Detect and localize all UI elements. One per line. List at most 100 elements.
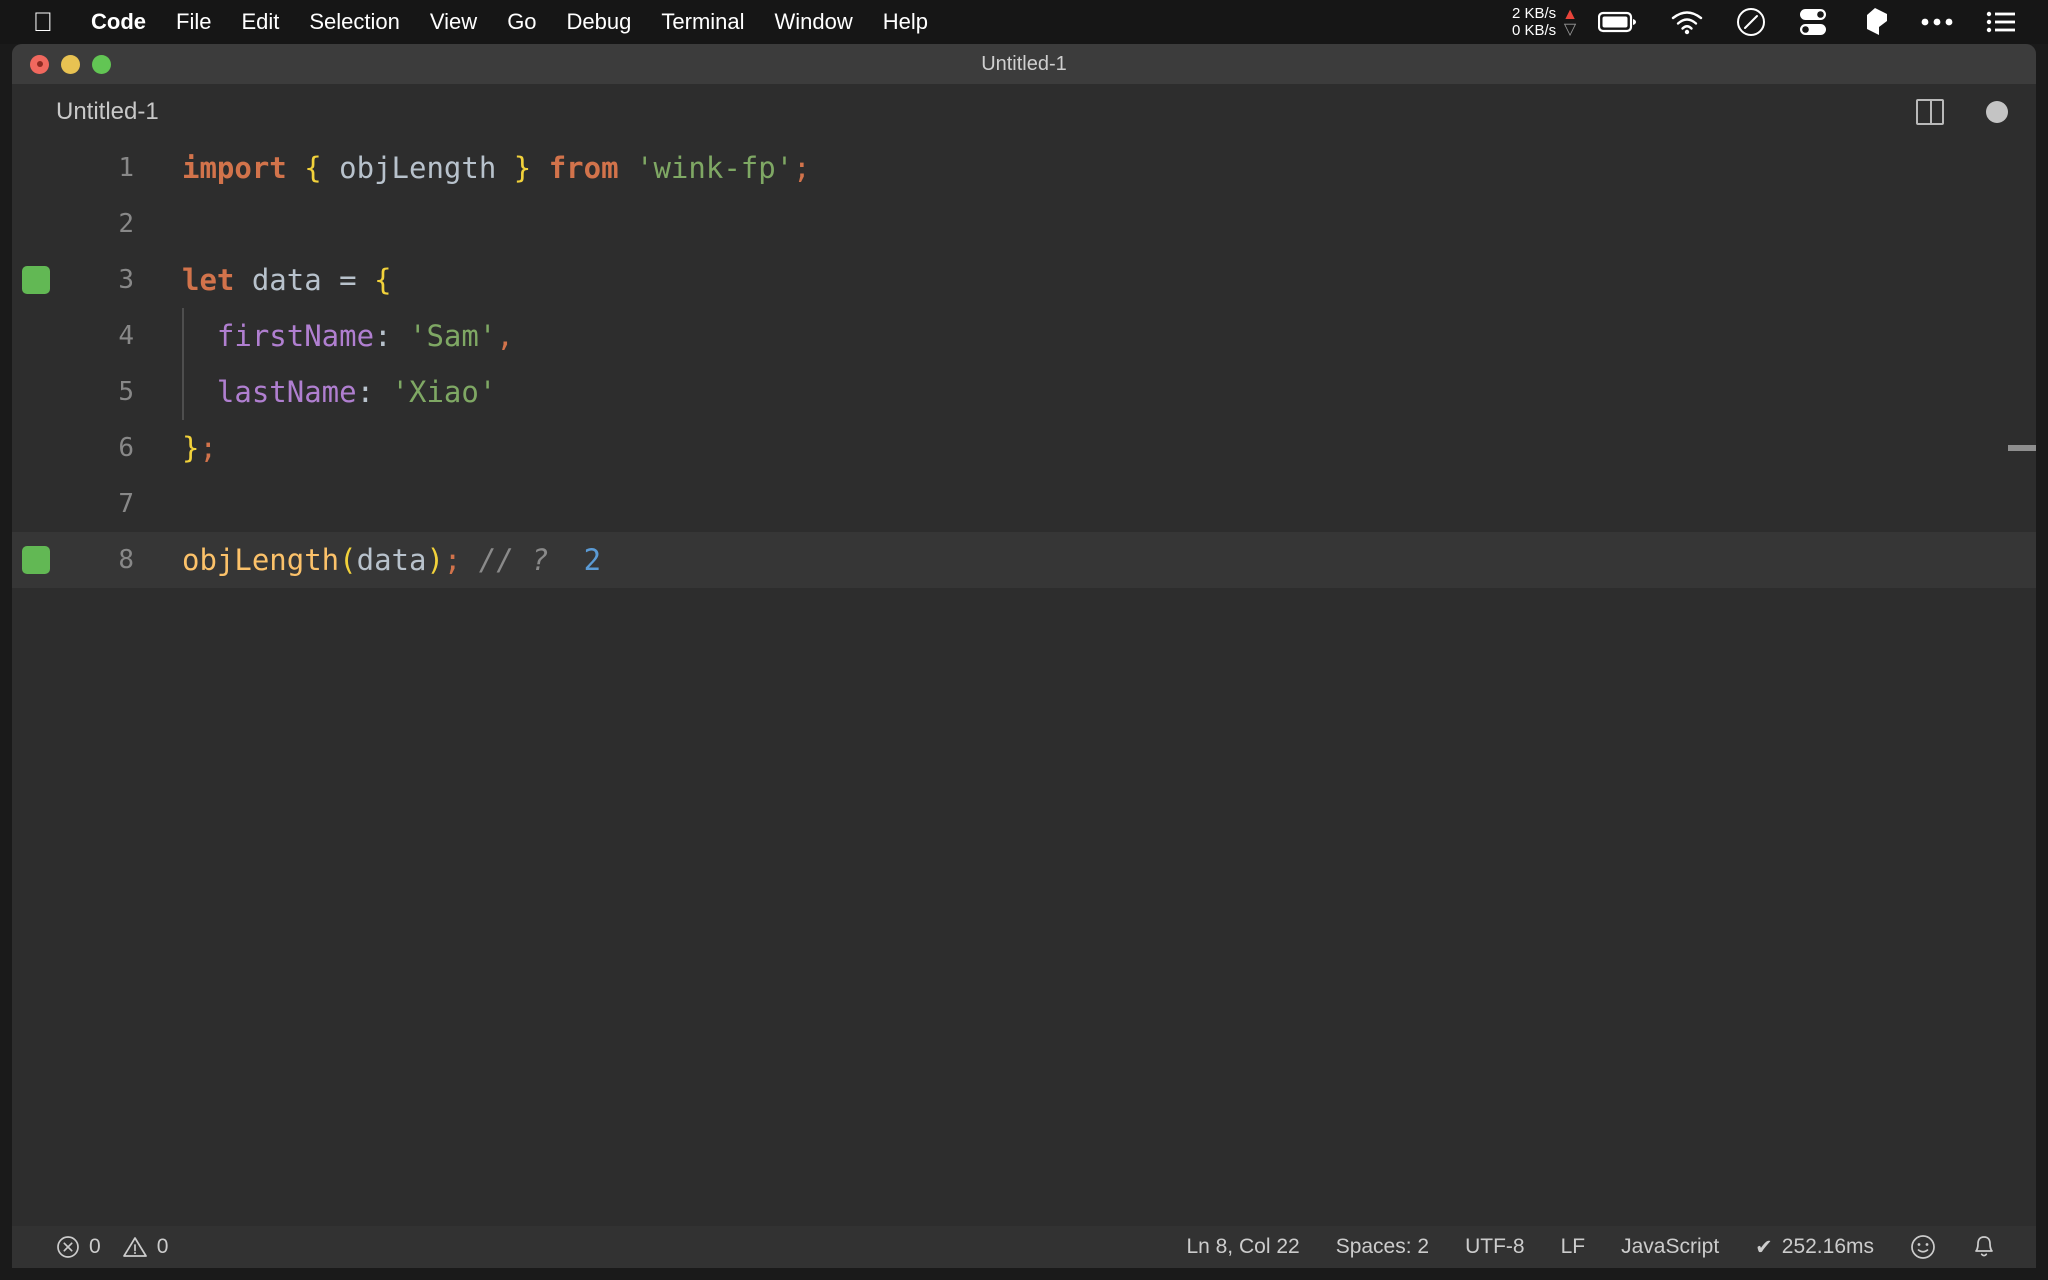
status-bar-right: Ln 8, Col 22 Spaces: 2 UTF-8 LF JavaScri…: [1168, 1234, 2014, 1260]
ellipsis-icon[interactable]: [1904, 0, 1970, 44]
token: :: [374, 319, 392, 353]
quokka-runtime[interactable]: ✔ 252.16ms: [1737, 1235, 1892, 1260]
menu-item-window[interactable]: Window: [760, 9, 868, 35]
menu-item-terminal[interactable]: Terminal: [646, 9, 759, 35]
token: firstName: [216, 319, 375, 353]
network-upload-speed: 2 KB/s: [1511, 5, 1557, 22]
speedometer-icon[interactable]: [1720, 0, 1782, 44]
battery-icon[interactable]: [1582, 0, 1654, 44]
menu-item-go[interactable]: Go: [492, 9, 551, 35]
encoding-setting[interactable]: UTF-8: [1447, 1235, 1543, 1259]
split-editor-icon[interactable]: [1916, 99, 1944, 125]
window-title-bar: Untitled-1: [12, 44, 2036, 84]
code-content[interactable]: objLength(data); // ? 2: [152, 532, 2036, 588]
token: 'Xiao': [391, 375, 497, 409]
menu-item-edit[interactable]: Edit: [226, 9, 294, 35]
code-content[interactable]: lastName: 'Xiao': [152, 364, 2036, 420]
warning-count: 0: [156, 1235, 169, 1258]
close-glyph: [36, 61, 43, 67]
menu-item-help[interactable]: Help: [868, 9, 943, 35]
wifi-icon[interactable]: [1654, 0, 1720, 44]
token: let: [182, 263, 235, 297]
editor-vertical-scrollbar[interactable]: [2008, 140, 2036, 1226]
token: (: [339, 543, 357, 577]
toggles-icon[interactable]: [1782, 0, 1846, 44]
menu-item-code[interactable]: Code: [76, 9, 161, 35]
code-line-8[interactable]: 8 objLength(data); // ? 2: [12, 532, 2036, 588]
token: // ?: [478, 543, 549, 577]
line-number: 8: [118, 545, 134, 575]
macos-menu-bar:  CodeFileEditSelectionViewGoDebugTermin…: [0, 0, 2048, 44]
code-line-4[interactable]: 4 firstName: 'Sam',: [12, 308, 2036, 364]
gutter-glyph-margin-8[interactable]: [12, 546, 60, 574]
menu-bar-status-icons: 2 KB/s 0 KB/s ▲ ▽: [1512, 0, 2032, 44]
cursor-position[interactable]: Ln 8, Col 22: [1168, 1235, 1317, 1259]
code-line-5[interactable]: 5 lastName: 'Xiao': [12, 364, 2036, 420]
code-content[interactable]: firstName: 'Sam',: [152, 308, 2036, 364]
status-bar: 0 0 Ln 8, Col 22 Spaces: 2 UTF-8 LF Java…: [12, 1226, 2036, 1268]
token: 'Sam': [409, 319, 497, 353]
menu-item-debug[interactable]: Debug: [552, 9, 647, 35]
list-icon[interactable]: [1970, 0, 2032, 44]
code-content[interactable]: import { objLength } from 'wink-fp';: [152, 140, 2036, 196]
problems-indicator[interactable]: 0 0: [38, 1235, 186, 1259]
tab-untitled-1[interactable]: Untitled-1: [12, 84, 187, 140]
code-line-3[interactable]: 3 let data = {: [12, 252, 2036, 308]
close-button[interactable]: [30, 54, 49, 74]
code-line-6[interactable]: 6};: [12, 420, 2036, 476]
tab-label: Untitled-1: [56, 98, 159, 125]
code-content[interactable]: let data = {: [152, 252, 2036, 308]
window-title: Untitled-1: [981, 52, 1067, 75]
code-line-7[interactable]: 7: [12, 476, 2036, 532]
token: :: [356, 375, 375, 409]
minimize-button[interactable]: [61, 54, 80, 74]
network-download-speed: 0 KB/s: [1511, 22, 1557, 39]
line-number: 5: [118, 377, 134, 407]
editor-actions: [1916, 84, 2008, 140]
token: =: [339, 263, 357, 297]
scrollbar-thumb[interactable]: [2008, 445, 2036, 451]
notifications-bell-icon[interactable]: [1954, 1234, 2014, 1260]
token: ;: [199, 431, 217, 465]
quokka-elapsed-time: 252.16ms: [1781, 1235, 1874, 1258]
feedback-smiley-icon[interactable]: [1892, 1234, 1954, 1260]
menu-item-file[interactable]: File: [161, 9, 226, 35]
menu-item-view[interactable]: View: [415, 9, 492, 35]
indentation-setting[interactable]: Spaces: 2: [1318, 1235, 1447, 1259]
status-bar-left: 0 0: [38, 1235, 186, 1259]
indent-guide: [182, 364, 184, 420]
code-line-1[interactable]: 1 import { objLength } from 'wink-fp';: [12, 140, 2036, 196]
token: }: [513, 151, 532, 185]
code-content[interactable]: };: [152, 420, 2036, 476]
line-number: 4: [118, 321, 134, 351]
maximize-button[interactable]: [92, 54, 111, 74]
line-number: 3: [118, 265, 134, 295]
download-arrow-icon: ▽: [1563, 21, 1577, 38]
upload-arrow-icon: ▲: [1562, 6, 1578, 23]
code-lines: 1 import { objLength } from 'wink-fp'; 2 3 l…: [12, 140, 2036, 588]
unsaved-changes-dot[interactable]: [1986, 101, 2008, 123]
code-editor[interactable]: 1 import { objLength } from 'wink-fp'; 2 3 l…: [12, 140, 2036, 1226]
token: data: [356, 543, 427, 577]
apple-icon[interactable]: : [30, 7, 56, 37]
token: 'wink-fp': [636, 151, 794, 185]
token: objLength: [321, 151, 514, 185]
gutter-glyph-margin-3[interactable]: [12, 266, 60, 294]
bartender-icon[interactable]: [1846, 0, 1904, 44]
editor-tab-bar: Untitled-1: [12, 84, 2036, 140]
traffic-lights: [30, 44, 111, 84]
token: objLength: [182, 543, 340, 577]
code-line-2[interactable]: 2: [12, 196, 2036, 252]
token: ;: [443, 543, 462, 577]
eol-setting[interactable]: LF: [1543, 1235, 1604, 1259]
language-mode[interactable]: JavaScript: [1603, 1235, 1737, 1259]
menu-item-selection[interactable]: Selection: [294, 9, 415, 35]
network-speed-indicator[interactable]: 2 KB/s 0 KB/s ▲ ▽: [1512, 5, 1582, 39]
indent-guide: [182, 308, 184, 364]
